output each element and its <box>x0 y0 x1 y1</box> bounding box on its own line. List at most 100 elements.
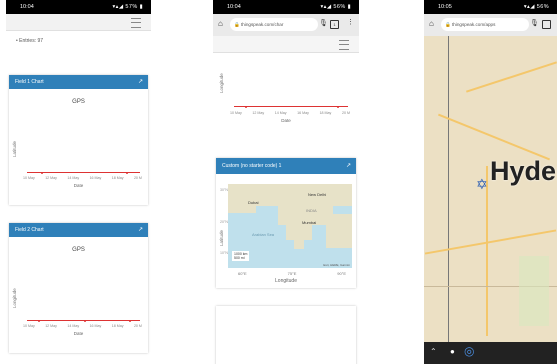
y-axis-label: Latitude <box>12 140 17 157</box>
microphone-icon[interactable]: 🎙 <box>530 19 539 27</box>
x-tick: 16 May <box>297 111 309 115</box>
x-tick: 75°E <box>287 271 297 276</box>
full-map-view[interactable]: Hyder ✡ <box>424 36 557 342</box>
map-label: Mumbai <box>302 220 317 225</box>
data-trace <box>234 105 348 108</box>
data-point <box>40 171 43 174</box>
x-tick: 16 May <box>89 324 102 328</box>
entries-count: Entries: 97 <box>19 38 44 44</box>
x-tick: 16 May <box>89 176 102 180</box>
x-tick: 12 May <box>45 324 57 328</box>
map-view[interactable]: New Delhi Dubai INDIA Mumbai Arabian Sea… <box>228 184 352 268</box>
home-dot-icon[interactable]: ● <box>450 347 455 356</box>
x-tick: 18 May <box>111 324 124 328</box>
signal-icon: ▾▴◢ <box>320 4 332 10</box>
external-link-icon[interactable]: ↗ <box>138 223 143 237</box>
tabs-count-button[interactable]: 1 <box>330 20 339 29</box>
y-tick: 30°N <box>220 188 229 192</box>
status-time: 10:04 <box>20 4 34 10</box>
data-point <box>38 319 41 322</box>
address-bar[interactable]: 🔒 thingspeak.com/char <box>230 18 318 31</box>
x-tick: 10 May <box>23 176 35 180</box>
data-trace <box>27 319 140 322</box>
custom-map-card: Custom (no starter code) 1 ↗ Latitude 30… <box>216 158 356 288</box>
y-tick: 20°N <box>220 220 229 224</box>
y-axis-label: Longitude <box>12 288 17 308</box>
phone-screen-1: 10:04 ▾▴◢ 57% ▮ • Entries: 97 Field 1 Ch… <box>6 0 151 364</box>
more-menu-icon[interactable]: ⋮ <box>347 18 354 26</box>
page-header <box>6 14 151 31</box>
map-label: Arabian Sea <box>252 232 275 237</box>
hamburger-menu-icon[interactable] <box>131 18 141 28</box>
battery-icon: ▮ <box>139 4 143 10</box>
x-tick: 18 May <box>111 176 124 180</box>
city-label: Hyder <box>490 156 557 186</box>
x-tick: 60°E <box>238 271 247 276</box>
page-header <box>213 36 359 53</box>
x-tick: 10 May <box>230 111 242 115</box>
x-axis-label: Longitude <box>275 278 297 284</box>
x-ticks: 10 May 12 May 14 May 16 May 18 May 20 M <box>23 324 142 328</box>
status-bar: 10:05 ▾▴◢ 56% <box>424 0 557 14</box>
map-label: INDIA <box>306 208 317 213</box>
y-axis-label: Latitude <box>219 229 224 246</box>
signal-icon: ▾▴◢ <box>112 4 124 10</box>
recent-apps-icon[interactable]: ◎ <box>464 344 474 358</box>
chevron-up-icon[interactable]: ⌃ <box>430 347 437 356</box>
x-tick: 90°E <box>337 271 346 276</box>
data-point <box>336 105 339 108</box>
data-point <box>245 105 248 108</box>
signal-icon: ▾▴◢ <box>523 4 535 10</box>
field-1-chart-header: Field 1 Chart <box>15 79 44 85</box>
x-tick: 20 M <box>133 324 142 328</box>
x-tick: 20 M <box>133 176 142 180</box>
map-attribution: Esri, HERE, Garmin <box>323 263 350 267</box>
status-bar: 10:04 ▾▴◢ 57% ▮ <box>6 0 151 14</box>
data-point <box>83 319 86 322</box>
battery-percent: 57% <box>125 4 138 10</box>
x-ticks: 10 May 12 May 14 May 16 May 18 May 20 M <box>23 176 142 180</box>
battery-percent: 56% <box>333 4 346 10</box>
browser-toolbar: ⌂ 🔒 thingspeak.com/apps 🎙 <box>424 14 557 36</box>
address-bar[interactable]: 🔒 thingspeak.com/apps <box>441 18 529 31</box>
field-2-chart-header: Field 2 Chart <box>15 227 44 233</box>
battery-percent: 56% <box>536 4 549 10</box>
field-2-chart-partial: Longitude 10 May 12 May 14 May 16 May 18… <box>216 53 356 138</box>
status-time: 10:05 <box>438 4 452 10</box>
data-point <box>126 171 129 174</box>
x-axis-label: Date <box>73 183 84 188</box>
empty-card <box>216 306 356 364</box>
external-link-icon[interactable]: ↗ <box>346 158 351 174</box>
x-tick: 14 May <box>274 111 287 115</box>
status-time: 10:04 <box>227 4 241 10</box>
location-marker-icon[interactable]: ✡ <box>476 176 488 193</box>
chart-title: GPS <box>72 247 85 253</box>
external-link-icon[interactable]: ↗ <box>138 75 143 89</box>
x-tick: 10 May <box>23 324 35 328</box>
hamburger-menu-icon[interactable] <box>339 40 349 50</box>
battery-icon: ▮ <box>347 4 351 10</box>
data-point <box>128 319 131 322</box>
browser-toolbar: ⌂ 🔒 thingspeak.com/char 🎙 1 ⋮ <box>213 14 359 36</box>
field-1-chart-card: Field 1 Chart ↗ GPS Latitude 10 May 12 M… <box>9 75 148 205</box>
map-label: Dubai <box>248 200 259 205</box>
x-tick: 20 M <box>341 111 350 115</box>
scale-bar: 1000 km 500 mi <box>232 251 250 261</box>
x-tick: 14 May <box>67 324 80 328</box>
x-tick: 12 May <box>252 111 265 115</box>
x-ticks: 10 May 12 May 14 May 16 May 18 May 20 M <box>230 111 350 115</box>
phone-screen-2: 10:04 ▾▴◢ 56% ▮ ⌂ 🔒 thingspeak.com/char … <box>213 0 359 364</box>
data-trace <box>27 171 140 174</box>
home-icon[interactable]: ⌂ <box>429 19 434 28</box>
microphone-icon[interactable]: 🎙 <box>319 19 328 27</box>
x-ticks: 60°E 75°E 90°E <box>238 271 346 276</box>
x-tick: 12 May <box>45 176 57 180</box>
custom-chart-header: Custom (no starter code) 1 <box>222 163 282 169</box>
map-label: New Delhi <box>308 192 327 197</box>
home-icon[interactable]: ⌂ <box>218 19 223 28</box>
tabs-count-button[interactable] <box>542 20 551 29</box>
channel-info: • Entries: 97 <box>16 38 44 44</box>
y-tick: 10°N <box>220 251 229 255</box>
x-tick: 14 May <box>67 176 80 180</box>
x-axis-label: Date <box>281 118 291 123</box>
